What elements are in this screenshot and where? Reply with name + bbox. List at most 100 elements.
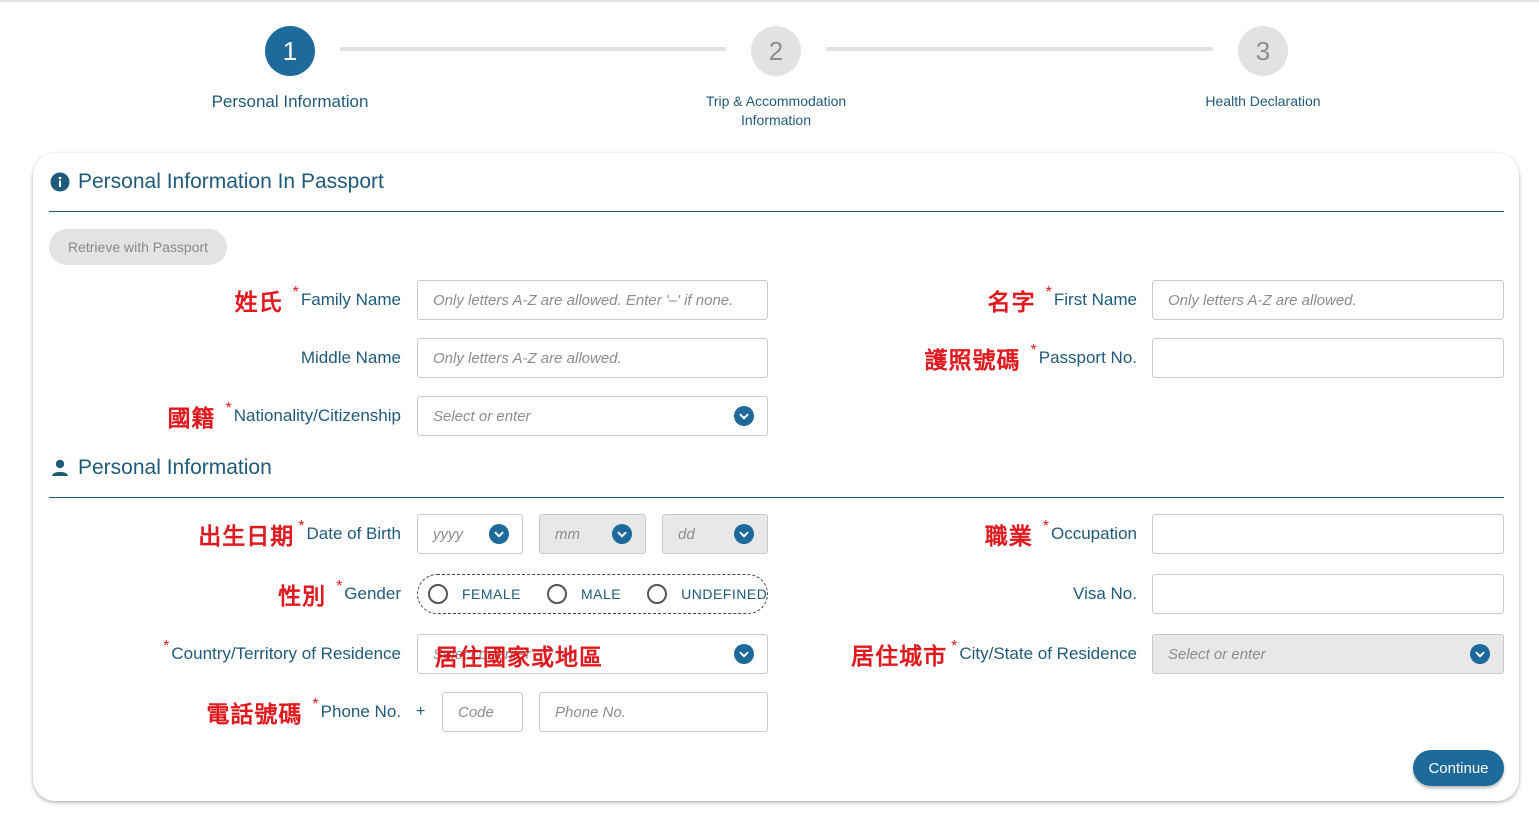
occupation-label-text: Occupation bbox=[1051, 524, 1137, 543]
gender-undefined-radio[interactable]: UNDEFINED bbox=[647, 584, 767, 604]
phone-label: 電話號碼 * Phone No. bbox=[206, 692, 401, 732]
nationality-label-text: Nationality/Citizenship bbox=[233, 406, 401, 425]
chevron-down-icon[interactable] bbox=[734, 644, 754, 664]
phone-code-input[interactable]: Code bbox=[442, 692, 523, 732]
passport-section-title: Personal Information In Passport bbox=[50, 170, 384, 194]
occupation-cn-annotation: 職業 bbox=[984, 523, 1033, 549]
step-1-circle[interactable]: 1 bbox=[265, 26, 315, 76]
passport-section-title-text: Personal Information In Passport bbox=[78, 170, 384, 193]
person-icon bbox=[50, 458, 70, 478]
gender-male-label: MALE bbox=[581, 586, 622, 602]
phone-label-text: Phone No. bbox=[320, 702, 401, 721]
passport-no-label-text: Passport No. bbox=[1038, 348, 1137, 367]
chevron-down-icon[interactable] bbox=[612, 524, 632, 544]
required-marker: * bbox=[292, 284, 299, 301]
visa-no-label: Visa No. bbox=[1073, 574, 1137, 614]
gender-cn-annotation: 性別 bbox=[278, 583, 327, 609]
info-icon bbox=[50, 172, 70, 192]
step-1-label: Personal Information bbox=[211, 92, 369, 111]
city-residence-label-text: City/State of Residence bbox=[959, 644, 1137, 663]
middle-name-label-text: Middle Name bbox=[300, 348, 401, 367]
country-residence-label: * Country/Territory of Residence bbox=[163, 634, 401, 674]
phone-number-input[interactable]: Phone No. bbox=[539, 692, 768, 732]
visa-no-label-text: Visa No. bbox=[1073, 584, 1137, 603]
dob-cn-annotation: 出生日期 bbox=[198, 523, 295, 549]
country-residence-select[interactable]: Select or enter 居住國家或地區 bbox=[417, 634, 768, 674]
gender-female-radio[interactable]: FEMALE bbox=[428, 584, 521, 604]
required-marker: * bbox=[336, 578, 343, 595]
retrieve-with-passport-button[interactable]: Retrieve with Passport bbox=[49, 229, 227, 265]
first-name-label: 名字 * First Name bbox=[988, 280, 1137, 320]
family-name-placeholder: Only letters A-Z are allowed. Enter '–' … bbox=[433, 291, 734, 309]
personal-section-title-text: Personal Information bbox=[78, 456, 272, 479]
radio-circle-icon[interactable] bbox=[547, 584, 568, 604]
radio-circle-icon[interactable] bbox=[647, 584, 668, 604]
occupation-input[interactable] bbox=[1152, 514, 1504, 554]
dob-month-select[interactable]: mm bbox=[539, 514, 646, 554]
middle-name-placeholder: Only letters A-Z are allowed. bbox=[433, 349, 622, 367]
passport-no-input[interactable] bbox=[1152, 338, 1504, 378]
dob-year-placeholder: yyyy bbox=[433, 525, 463, 543]
passport-no-cn-annotation: 護照號碼 bbox=[924, 347, 1021, 373]
step-2-label-line2: Information bbox=[740, 112, 812, 128]
city-residence-cn-annotation: 居住城市 bbox=[851, 643, 948, 669]
city-residence-label: 居住城市 * City/State of Residence bbox=[851, 634, 1137, 674]
step-connector-2 bbox=[826, 47, 1213, 51]
step-2-label: Trip & Accommodation Information bbox=[676, 92, 876, 130]
middle-name-input[interactable]: Only letters A-Z are allowed. bbox=[417, 338, 768, 378]
occupation-label: 職業 * Occupation bbox=[985, 514, 1137, 554]
family-name-cn-annotation: 姓氏 bbox=[234, 289, 283, 315]
nationality-label: 國籍 * Nationality/Citizenship bbox=[168, 396, 401, 436]
radio-circle-icon[interactable] bbox=[428, 584, 448, 604]
first-name-input[interactable]: Only letters A-Z are allowed. bbox=[1152, 280, 1504, 320]
chevron-down-icon[interactable] bbox=[734, 524, 754, 544]
required-marker: * bbox=[951, 638, 958, 655]
passport-section-divider bbox=[49, 211, 1504, 212]
city-residence-select[interactable]: Select or enter bbox=[1152, 634, 1504, 674]
country-residence-cn-annotation: 居住國家或地區 bbox=[435, 644, 603, 670]
city-residence-placeholder: Select or enter bbox=[1168, 645, 1266, 663]
family-name-input[interactable]: Only letters A-Z are allowed. Enter '–' … bbox=[417, 280, 768, 320]
passport-no-label: 護照號碼 * Passport No. bbox=[925, 338, 1138, 378]
chevron-down-icon[interactable] bbox=[734, 406, 754, 426]
nationality-placeholder: Select or enter bbox=[433, 407, 531, 425]
dob-day-select[interactable]: dd bbox=[662, 514, 768, 554]
nationality-select[interactable]: Select or enter bbox=[417, 396, 768, 436]
phone-plus-sign: + bbox=[416, 703, 426, 720]
step-3-label: Health Declaration bbox=[1205, 93, 1321, 109]
continue-button[interactable]: Continue bbox=[1413, 750, 1504, 786]
step-connector-1 bbox=[340, 47, 726, 51]
dob-day-placeholder: dd bbox=[678, 525, 695, 543]
step-3-circle[interactable]: 3 bbox=[1238, 26, 1288, 76]
personal-section-divider bbox=[49, 497, 1504, 498]
required-marker: * bbox=[298, 518, 305, 535]
gender-label-text: Gender bbox=[344, 584, 401, 603]
phone-cn-annotation: 電話號碼 bbox=[206, 701, 303, 727]
chevron-down-icon[interactable] bbox=[1470, 644, 1490, 664]
country-residence-label-text: Country/Territory of Residence bbox=[171, 644, 401, 663]
dob-year-select[interactable]: yyyy bbox=[417, 514, 523, 554]
chevron-down-icon[interactable] bbox=[489, 524, 509, 544]
phone-number-placeholder: Phone No. bbox=[555, 703, 626, 721]
gender-label: 性別 * Gender bbox=[278, 574, 401, 614]
step-2-circle[interactable]: 2 bbox=[751, 26, 801, 76]
top-border bbox=[0, 0, 1539, 2]
nationality-cn-annotation: 國籍 bbox=[167, 405, 216, 431]
required-marker: * bbox=[163, 638, 170, 655]
family-name-label: 姓氏 * Family Name bbox=[235, 280, 401, 320]
dob-month-placeholder: mm bbox=[555, 525, 580, 543]
gender-male-radio[interactable]: MALE bbox=[547, 584, 621, 604]
first-name-cn-annotation: 名字 bbox=[987, 289, 1036, 315]
gender-undefined-label: UNDEFINED bbox=[681, 586, 768, 602]
dob-label: 出生日期 * Date of Birth bbox=[198, 514, 401, 554]
required-marker: * bbox=[1042, 518, 1049, 535]
dob-label-text: Date of Birth bbox=[306, 524, 402, 543]
required-marker: * bbox=[225, 400, 232, 417]
first-name-placeholder: Only letters A-Z are allowed. bbox=[1168, 291, 1357, 309]
required-marker: * bbox=[312, 696, 319, 713]
first-name-label-text: First Name bbox=[1053, 290, 1137, 309]
step-2-label-line1: Trip & Accommodation bbox=[705, 93, 847, 109]
family-name-label-text: Family Name bbox=[300, 290, 401, 309]
visa-no-input[interactable] bbox=[1152, 574, 1504, 614]
gender-female-label: FEMALE bbox=[462, 586, 522, 602]
